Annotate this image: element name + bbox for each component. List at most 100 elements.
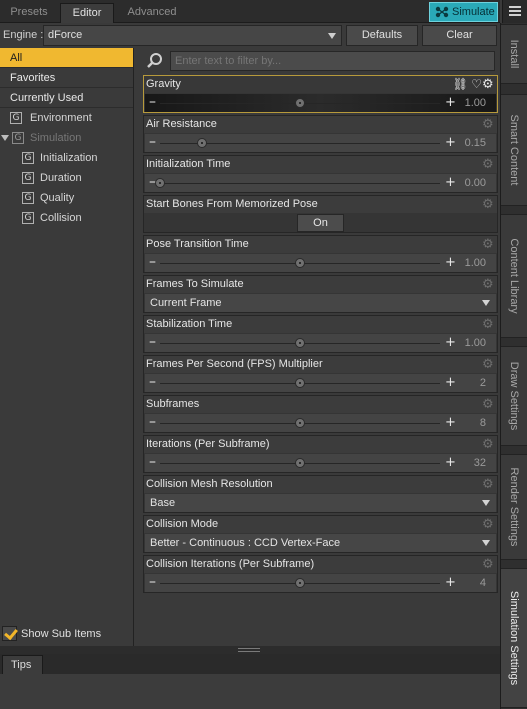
property-value[interactable]: 32 [474,454,486,472]
gear-icon[interactable]: ⚙ [482,518,495,531]
property-slider[interactable]: – + 0.00 [145,174,496,192]
decrement-icon[interactable]: – [149,94,156,110]
filter-input[interactable] [170,51,495,71]
gear-icon[interactable]: ⚙ [482,358,495,371]
tree-item-initialization[interactable]: G Initialization [0,148,133,168]
increment-icon[interactable]: + [445,134,456,151]
engine-select[interactable]: dForce [43,25,342,46]
property-fps-multiplier[interactable]: Frames Per Second (FPS) Multiplier ⚙ – +… [143,355,498,393]
side-tab-simulation-settings[interactable]: Simulation Settings [501,568,527,708]
simulate-button[interactable]: Simulate [429,2,498,22]
tree-item-duration[interactable]: G Duration [0,168,133,188]
property-dropdown[interactable]: Base [145,494,496,512]
property-collision-iterations[interactable]: Collision Iterations (Per Subframe) ⚙ – … [143,555,498,593]
side-tab-install[interactable]: Install [501,24,527,84]
decrement-icon[interactable]: – [149,574,156,590]
decrement-icon[interactable]: – [149,334,156,350]
property-value[interactable]: 0.15 [465,134,486,152]
favorite-heart-icon[interactable]: ♡ [471,77,482,91]
property-slider[interactable]: – + 2 [145,374,496,392]
increment-icon[interactable]: + [445,334,456,351]
gear-icon[interactable]: ⚙ [482,78,495,91]
property-value[interactable]: 1.00 [465,94,486,112]
decrement-icon[interactable]: – [149,414,156,430]
property-dropdown[interactable]: Current Frame [145,294,496,312]
gear-icon[interactable]: ⚙ [482,198,495,211]
slider-knob[interactable] [155,178,165,188]
tree-item-environment[interactable]: G Environment [0,108,133,128]
tab-advanced[interactable]: Advanced [116,3,188,23]
tree-item-quality[interactable]: G Quality [0,188,133,208]
slider-knob[interactable] [295,418,305,428]
property-slider[interactable]: – + 1.00 [145,334,496,352]
slider-knob[interactable] [295,378,305,388]
property-dropdown[interactable]: Better - Continuous : CCD Vertex-Face [145,534,496,552]
property-stabilization-time[interactable]: Stabilization Time ⚙ – + 1.00 [143,315,498,353]
increment-icon[interactable]: + [445,254,456,271]
search-icon[interactable] [146,52,164,70]
side-tab-render-settings[interactable]: Render Settings [501,454,527,560]
expand-arrow-icon[interactable] [1,135,9,141]
clear-button[interactable]: Clear [422,25,497,46]
slider-knob[interactable] [295,98,305,108]
property-value[interactable]: 1.00 [465,334,486,352]
link-icon[interactable]: ⛓ [453,77,468,91]
property-collision-mode[interactable]: Collision Mode ⚙ Better - Continuous : C… [143,515,498,553]
slider-knob[interactable] [295,338,305,348]
property-collision-mesh-resolution[interactable]: Collision Mesh Resolution ⚙ Base [143,475,498,513]
property-start-bones-from-memorized-pose[interactable]: Start Bones From Memorized Pose ⚙ On [143,195,498,233]
property-value[interactable]: 8 [480,414,486,432]
side-tab-smart-content[interactable]: Smart Content [501,94,527,206]
tree-item-collision[interactable]: G Collision [0,208,133,228]
decrement-icon[interactable]: – [149,254,156,270]
property-value[interactable]: 1.00 [465,254,486,272]
gear-icon[interactable]: ⚙ [482,278,495,291]
increment-icon[interactable]: + [445,374,456,391]
tab-presets[interactable]: Presets [0,3,58,23]
increment-icon[interactable]: + [445,414,456,431]
decrement-icon[interactable]: – [149,454,156,470]
property-slider[interactable]: – + 1.00 [145,254,496,272]
slider-knob[interactable] [295,458,305,468]
decrement-icon[interactable]: – [149,374,156,390]
increment-icon[interactable]: + [445,574,456,591]
property-subframes[interactable]: Subframes ⚙ – + 8 [143,395,498,433]
gear-icon[interactable]: ⚙ [482,558,495,571]
slider-knob[interactable] [197,138,207,148]
slider-track[interactable] [160,183,440,184]
property-value[interactable]: 0.00 [465,174,486,192]
side-tab-content-library[interactable]: Content Library [501,214,527,338]
tab-editor[interactable]: Editor [60,3,114,23]
property-slider[interactable]: – + 1.00 [145,94,496,112]
defaults-button[interactable]: Defaults [346,25,418,46]
property-value[interactable]: 4 [480,574,486,592]
increment-icon[interactable]: + [445,174,456,191]
increment-icon[interactable]: + [445,94,456,111]
pane-menu-icon[interactable] [502,0,527,23]
side-tab-draw-settings[interactable]: Draw Settings [501,346,527,446]
toggle-button[interactable]: On [297,214,344,232]
pane-splitter-handle[interactable] [0,646,500,654]
property-slider[interactable]: – + 4 [145,574,496,592]
gear-icon[interactable]: ⚙ [482,318,495,331]
property-frames-to-simulate[interactable]: Frames To Simulate ⚙ Current Frame [143,275,498,313]
property-slider[interactable]: – + 0.15 [145,134,496,152]
gear-icon[interactable]: ⚙ [482,398,495,411]
slider-knob[interactable] [295,258,305,268]
increment-icon[interactable]: + [445,454,456,471]
property-value[interactable]: 2 [480,374,486,392]
gear-icon[interactable]: ⚙ [482,438,495,451]
property-initialization-time[interactable]: Initialization Time ⚙ – + 0.00 [143,155,498,193]
gear-icon[interactable]: ⚙ [482,238,495,251]
slider-knob[interactable] [295,578,305,588]
category-currently-used[interactable]: Currently Used [0,88,133,108]
property-slider[interactable]: – + 32 [145,454,496,472]
property-slider[interactable]: – + 8 [145,414,496,432]
gear-icon[interactable]: ⚙ [482,158,495,171]
property-air-resistance[interactable]: Air Resistance ⚙ – + 0.15 [143,115,498,153]
decrement-icon[interactable]: – [149,134,156,150]
tab-tips[interactable]: Tips [2,655,43,674]
category-favorites[interactable]: Favorites [0,68,133,88]
property-iterations-per-subframe[interactable]: Iterations (Per Subframe) ⚙ – + 32 [143,435,498,473]
category-all[interactable]: All [0,48,133,68]
